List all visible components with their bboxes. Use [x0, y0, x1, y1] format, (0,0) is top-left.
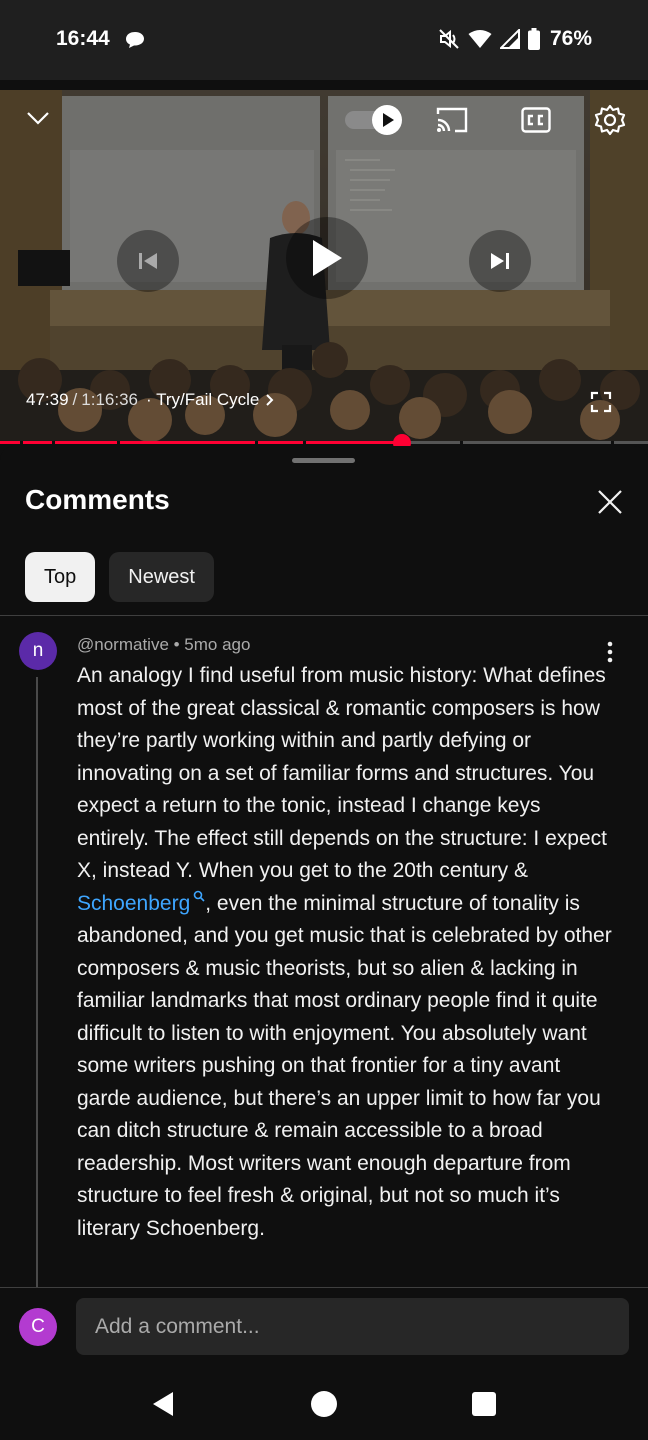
sort-chips: Top Newest [25, 552, 214, 602]
comment-meta: @normative • 5mo ago [77, 635, 251, 654]
search-link-label: Schoenberg [77, 891, 191, 915]
chapter-marker [117, 441, 120, 444]
user-avatar: C [19, 1308, 57, 1346]
status-bar: 16:44 76% [0, 0, 648, 80]
cast-button[interactable] [432, 104, 472, 136]
comment-text-after: , even the minimal structure of tonality… [77, 891, 612, 1240]
avatar-letter: C [31, 1316, 45, 1337]
status-time: 16:44 [56, 27, 110, 50]
close-button[interactable] [594, 486, 626, 518]
time-label: 47:39 / 1:16:36 · Try/Fail Cycle [26, 390, 274, 410]
time-separator: / [72, 390, 78, 409]
progress-fill [0, 441, 403, 444]
chapter-marker [460, 441, 463, 444]
captions-icon [521, 107, 551, 133]
battery-percentage: 76% [549, 27, 592, 50]
thread-line [36, 677, 38, 1288]
collapse-chevron-icon [27, 112, 49, 125]
divider [0, 615, 648, 616]
search-icon [193, 890, 205, 902]
autoplay-toggle-icon [345, 105, 402, 135]
avatar[interactable]: n [19, 632, 57, 670]
video-player[interactable]: 47:39 / 1:16:36 · Try/Fail Cycle [0, 90, 648, 442]
fullscreen-button[interactable] [586, 388, 616, 416]
comment-body: An analogy I find useful from music hist… [77, 660, 617, 1245]
home-icon [311, 1391, 337, 1417]
drag-handle[interactable] [292, 458, 355, 463]
chapter-marker [255, 441, 258, 444]
home-button[interactable] [304, 1386, 344, 1422]
signal-icon [499, 29, 520, 49]
back-icon [153, 1392, 173, 1416]
autoplay-toggle[interactable] [342, 104, 404, 136]
chapter-marker [52, 441, 55, 444]
search-link[interactable]: Schoenberg [77, 890, 205, 915]
fullscreen-icon [590, 391, 612, 413]
battery-icon [527, 28, 540, 50]
next-icon [491, 253, 509, 269]
add-comment-input[interactable] [76, 1298, 629, 1355]
chat-icon [126, 32, 144, 48]
back-button[interactable] [143, 1386, 183, 1422]
collapse-button[interactable] [22, 104, 54, 132]
chapter-marker [611, 441, 614, 444]
previous-button[interactable] [117, 230, 179, 292]
divider [0, 1287, 648, 1288]
play-icon [313, 240, 342, 276]
current-time: 47:39 [26, 390, 69, 409]
chip-top[interactable]: Top [25, 552, 96, 602]
mute-icon [439, 29, 459, 49]
wifi-icon [468, 30, 492, 48]
status-icons: 76% [438, 27, 592, 51]
comments-title: Comments [25, 484, 170, 515]
next-button[interactable] [469, 230, 531, 292]
previous-icon [139, 253, 157, 269]
close-icon [598, 490, 622, 514]
chapter-chevron-icon [266, 394, 274, 406]
avatar-letter: n [32, 640, 44, 661]
chapter-button[interactable]: · Try/Fail Cycle [146, 390, 274, 410]
cast-icon [436, 107, 468, 133]
settings-icon [594, 104, 626, 136]
captions-button[interactable] [516, 104, 556, 136]
comment-text-before: An analogy I find useful from music hist… [77, 664, 607, 882]
chapter-marker [20, 441, 23, 444]
duration: 1:16:36 [81, 390, 139, 409]
recents-button[interactable] [464, 1386, 504, 1422]
chip-newest[interactable]: Newest [109, 552, 214, 602]
chapter-title: · Try/Fail Cycle [146, 390, 260, 409]
comments-panel: Comments Top Newest n @normative • 5mo a… [0, 446, 648, 1440]
chapter-marker [303, 441, 306, 444]
play-button[interactable] [286, 217, 368, 299]
settings-button[interactable] [590, 102, 630, 138]
navigation-bar [0, 1370, 648, 1440]
recents-icon [472, 1392, 496, 1416]
